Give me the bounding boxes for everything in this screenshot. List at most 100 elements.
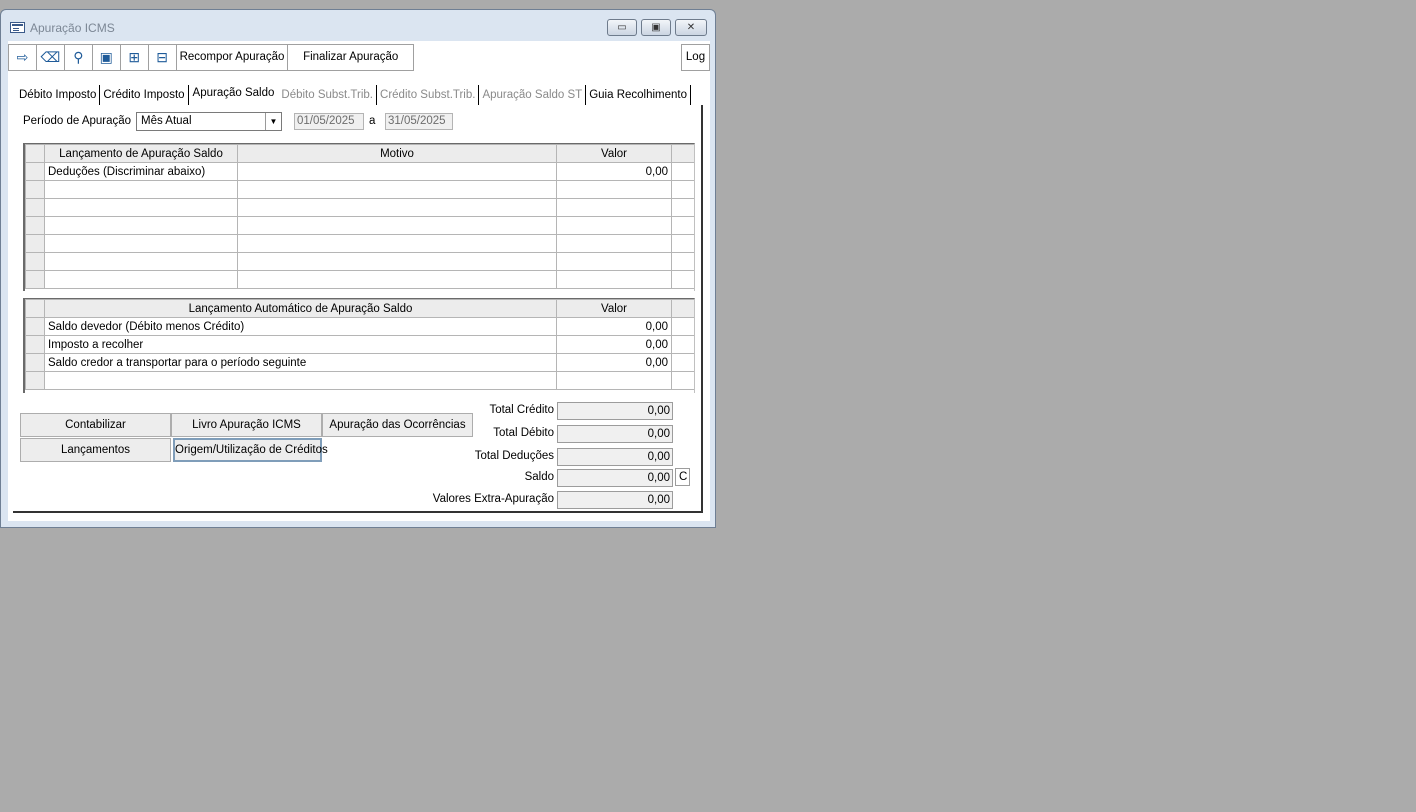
cell-motivo[interactable] — [237, 270, 557, 289]
table-row[interactable]: Deduções (Discriminar abaixo) 0,00 — [25, 162, 694, 181]
cell-valor[interactable] — [556, 180, 672, 199]
periodo-select[interactable]: Mês Atual ▼ — [136, 112, 282, 131]
tab-credito-subst-trib[interactable]: Crédito Subst.Trib. — [377, 85, 480, 105]
cell-lancamento[interactable] — [44, 180, 238, 199]
cell-lancamento[interactable]: Saldo devedor (Débito menos Crédito) — [44, 317, 557, 336]
row-indicator[interactable] — [25, 234, 45, 253]
cell-valor[interactable] — [556, 216, 672, 235]
cell-blank — [671, 216, 694, 235]
tab-debito-subst-trib[interactable]: Débito Subst.Trib. — [278, 85, 378, 105]
periodo-select-value: Mês Atual — [141, 115, 192, 127]
contabilizar-button[interactable]: Contabilizar — [20, 413, 171, 437]
cell-valor[interactable] — [556, 252, 672, 271]
saldo-label: Saldo — [524, 471, 554, 483]
column-header-valor[interactable]: Valor — [556, 144, 672, 163]
saldo-field[interactable]: 0,00 — [557, 469, 673, 487]
cell-valor[interactable] — [556, 198, 672, 217]
column-header-motivo[interactable]: Motivo — [237, 144, 557, 163]
row-indicator[interactable] — [25, 353, 45, 372]
row-indicator[interactable] — [25, 162, 45, 181]
cell-motivo[interactable] — [237, 252, 557, 271]
origem-utilizacao-creditos-button[interactable]: Origem/Utilização de Créditos — [173, 438, 328, 462]
table-row[interactable] — [25, 270, 694, 289]
add-row-icon[interactable]: ⊞ — [121, 45, 149, 70]
cell-motivo[interactable] — [237, 180, 557, 199]
cell-motivo[interactable] — [237, 234, 557, 253]
table-row[interactable] — [25, 252, 694, 271]
table-row[interactable] — [25, 371, 694, 390]
eraser-icon[interactable]: ⌫ — [37, 45, 65, 70]
cell-valor[interactable] — [556, 234, 672, 253]
cell-lancamento[interactable] — [44, 234, 238, 253]
cell-motivo[interactable] — [237, 216, 557, 235]
panel-border — [13, 511, 703, 513]
row-indicator[interactable] — [25, 335, 45, 354]
table-row[interactable]: Imposto a recolher 0,00 — [25, 335, 694, 354]
column-header-valor[interactable]: Valor — [556, 299, 672, 318]
close-button[interactable]: ✕ — [675, 19, 707, 36]
total-deducoes-label: Total Deduções — [474, 450, 554, 462]
date-to-field[interactable]: 31/05/2025 — [385, 113, 453, 130]
row-indicator[interactable] — [25, 216, 45, 235]
row-indicator[interactable] — [25, 371, 45, 390]
table-row[interactable]: Saldo devedor (Débito menos Crédito) 0,0… — [25, 317, 694, 336]
cell-blank — [671, 353, 694, 372]
lancamentos-automaticos-grid: Lançamento Automático de Apuração Saldo … — [23, 298, 695, 393]
tab-guia-recolhimento[interactable]: Guia Recolhimento — [586, 85, 692, 105]
title-bar[interactable]: Apuração ICMS ▭ ▣ ✕ — [1, 10, 715, 40]
cell-lancamento[interactable]: Saldo credor a transportar para o períod… — [44, 353, 557, 372]
total-debito-field[interactable]: 0,00 — [557, 425, 673, 443]
cell-lancamento[interactable] — [44, 371, 557, 390]
total-deducoes-field[interactable]: 0,00 — [557, 448, 673, 466]
cell-lancamento[interactable] — [44, 252, 238, 271]
table-row[interactable] — [25, 198, 694, 217]
chevron-down-icon[interactable]: ▼ — [265, 113, 281, 130]
cell-valor[interactable]: 0,00 — [556, 353, 672, 372]
cell-blank — [671, 270, 694, 289]
table-row[interactable]: Saldo credor a transportar para o períod… — [25, 353, 694, 372]
saldo-type-field[interactable]: C — [675, 468, 690, 486]
minimize-button[interactable]: ▭ — [607, 19, 637, 36]
cell-lancamento[interactable]: Imposto a recolher — [44, 335, 557, 354]
cell-lancamento[interactable]: Deduções (Discriminar abaixo) — [44, 162, 238, 181]
valores-extra-apuracao-field[interactable]: 0,00 — [557, 491, 673, 509]
cell-lancamento[interactable] — [44, 198, 238, 217]
column-header-lancamento-automatico[interactable]: Lançamento Automático de Apuração Saldo — [44, 299, 557, 318]
cell-motivo[interactable] — [237, 162, 557, 181]
cell-lancamento[interactable] — [44, 270, 238, 289]
row-indicator[interactable] — [25, 198, 45, 217]
row-indicator[interactable] — [25, 317, 45, 336]
recompor-apuracao-button[interactable]: Recompor Apuração — [176, 45, 289, 70]
panel-border — [701, 105, 703, 513]
row-indicator[interactable] — [25, 252, 45, 271]
date-from-field[interactable]: 01/05/2025 — [294, 113, 364, 130]
cell-valor[interactable]: 0,00 — [556, 162, 672, 181]
table-row[interactable] — [25, 180, 694, 199]
row-indicator[interactable] — [25, 270, 45, 289]
cell-lancamento[interactable] — [44, 216, 238, 235]
lancamentos-button[interactable]: Lançamentos — [20, 438, 171, 462]
cell-valor[interactable]: 0,00 — [556, 335, 672, 354]
finalizar-apuracao-button[interactable]: Finalizar Apuração — [288, 45, 414, 70]
cell-valor[interactable] — [556, 270, 672, 289]
livro-apuracao-icms-button[interactable]: Livro Apuração ICMS — [171, 413, 322, 437]
cell-valor[interactable] — [556, 371, 672, 390]
table-row[interactable] — [25, 216, 694, 235]
remove-row-icon[interactable]: ⊟ — [149, 45, 177, 70]
tab-credito-imposto[interactable]: Crédito Imposto — [100, 85, 189, 105]
row-indicator[interactable] — [25, 180, 45, 199]
search-icon[interactable]: ⚲ — [65, 45, 93, 70]
column-header-lancamento[interactable]: Lançamento de Apuração Saldo — [44, 144, 238, 163]
tab-apuracao-saldo-st[interactable]: Apuração Saldo ST — [479, 85, 587, 105]
tab-apuracao-saldo[interactable]: Apuração Saldo — [189, 83, 279, 103]
maximize-button[interactable]: ▣ — [641, 19, 671, 36]
total-credito-field[interactable]: 0,00 — [557, 402, 673, 420]
tab-debito-imposto[interactable]: Débito Imposto — [16, 85, 101, 105]
row-indicator-header — [25, 144, 45, 163]
save-icon[interactable]: ▣ — [93, 45, 121, 70]
log-button[interactable]: Log — [681, 44, 710, 71]
cell-valor[interactable]: 0,00 — [556, 317, 672, 336]
exit-icon[interactable]: ⇨ — [9, 45, 37, 70]
cell-motivo[interactable] — [237, 198, 557, 217]
table-row[interactable] — [25, 234, 694, 253]
